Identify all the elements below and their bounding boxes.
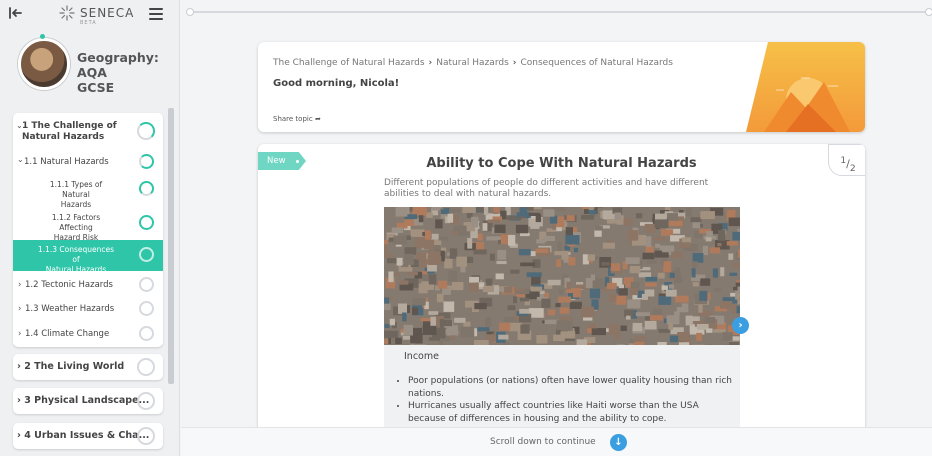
progress-ring-icon — [139, 277, 154, 292]
topic-label: 1.4 Climate Change — [25, 329, 110, 339]
breadcrumb-item[interactable]: Natural Hazards — [436, 58, 509, 68]
progress-ring-icon — [137, 358, 155, 376]
chevron-right-icon: › — [18, 280, 22, 290]
list-item: Hurricanes usually affect countries like… — [408, 400, 738, 425]
topic-label: 1.3 Weather Hazards — [25, 304, 115, 314]
card-title: Ability to Cope With Natural Hazards — [426, 156, 697, 171]
progress-ring-icon — [137, 122, 155, 140]
subtopic-item-1-1-1[interactable]: 1.1.1 Types of Natural Hazards — [13, 175, 163, 209]
breadcrumb-item[interactable]: The Challenge of Natural Hazards — [273, 58, 425, 68]
chapter-item-1[interactable]: ⌄ 1 The Challenge of Natural Hazards — [13, 113, 163, 149]
seneca-logo[interactable]: SENECA BETA — [58, 4, 135, 26]
share-arrow-icon: ➦ — [314, 115, 321, 123]
topic-item-1-3[interactable]: › 1.3 Weather Hazards — [13, 298, 163, 320]
progress-ring-icon — [139, 181, 154, 196]
progress-end-marker — [925, 8, 932, 16]
chevron-right-icon: › — [512, 58, 517, 68]
subject-title: Geography: AQA GCSE — [77, 50, 159, 95]
sidebar-topbar: SENECA BETA — [0, 0, 179, 32]
progress-ring-icon — [139, 247, 154, 262]
hero-illustration — [746, 42, 865, 132]
image-label: Income — [397, 347, 448, 366]
subtopic-label: 1.1.3 Consequences of Natural Hazards — [37, 245, 115, 274]
scroll-prompt-text: Scroll down to continue — [490, 437, 596, 447]
chapter-label: › 3 Physical Landscape... — [17, 395, 150, 406]
list-item: Poor populations (or nations) often have… — [408, 375, 738, 400]
progress-ring-icon — [139, 215, 154, 230]
scroll-down-button[interactable]: ↓ — [610, 434, 627, 451]
progress-ring-icon — [139, 326, 154, 341]
subject-header: Geography: AQA GCSE — [0, 32, 179, 102]
logo-mark-icon — [58, 4, 76, 22]
greeting-text: Good morning, Nicola! — [273, 78, 400, 89]
topic-item-1-2[interactable]: › 1.2 Tectonic Hazards — [13, 274, 163, 296]
logo-text: SENECA — [80, 6, 135, 20]
logo-beta-badge: BETA — [80, 20, 97, 26]
progress-ring-icon — [137, 427, 155, 445]
chapter-card-1: ⌄ 1 The Challenge of Natural Hazards ⌄ 1… — [13, 113, 163, 347]
chapter-item-3[interactable]: › 3 Physical Landscape... — [13, 388, 163, 414]
topic-header-card: The Challenge of Natural Hazards › Natural… — [258, 42, 865, 132]
card-description: Different populations of people do diffe… — [384, 178, 709, 199]
favela-photo — [384, 207, 740, 365]
share-topic-link[interactable]: Share topic ➦ — [273, 115, 321, 123]
chapter-item-4[interactable]: › 4 Urban Issues & Cha... — [13, 423, 163, 449]
breadcrumb-item[interactable]: Consequences of Natural Hazards — [520, 58, 672, 68]
subtopic-item-1-1-3[interactable]: 1.1.3 Consequences of Natural Hazards — [13, 240, 163, 274]
progress-ring-icon — [139, 154, 154, 169]
subtopic-label: 1.1.2 Factors Affecting Hazard Risk — [51, 213, 101, 242]
topic-item-1-4[interactable]: › 1.4 Climate Change — [13, 323, 163, 345]
chapter-label: › 4 Urban Issues & Cha... — [17, 430, 150, 441]
next-image-button[interactable]: › — [732, 317, 749, 334]
chevron-right-icon: › — [428, 58, 433, 68]
chapter-label: 1 The Challenge of Natural Hazards — [22, 121, 117, 142]
bullet-list: Poor populations (or nations) often have… — [398, 375, 738, 425]
progress-start-marker — [186, 8, 194, 16]
subtopic-label: 1.1.1 Types of Natural Hazards — [49, 180, 103, 209]
chapter-label: › 2 The Living World — [17, 361, 125, 372]
session-progress-track — [190, 11, 932, 13]
chevron-down-icon: ⌄ — [17, 155, 24, 164]
avatar-status-dot — [40, 34, 45, 39]
subject-avatar — [18, 38, 70, 90]
scroll-prompt-bar: Scroll down to continue ↓ — [181, 427, 932, 456]
chapter-item-2[interactable]: › 2 The Living World — [13, 354, 163, 380]
sidebar-scrollbar[interactable] — [168, 108, 174, 384]
progress-ring-icon — [139, 301, 154, 316]
exit-icon[interactable] — [8, 6, 24, 22]
hamburger-menu-icon[interactable] — [149, 8, 163, 20]
topic-label: 1.2 Tectonic Hazards — [25, 280, 113, 290]
subtopic-item-1-1-2[interactable]: 1.1.2 Factors Affecting Hazard Risk — [13, 209, 163, 242]
chevron-right-icon: › — [18, 329, 22, 339]
sidebar: SENECA BETA Geography: AQA GCSE ⌄ 1 The … — [0, 0, 180, 456]
topic-label: 1.1 Natural Hazards — [24, 157, 109, 167]
progress-ring-icon — [137, 392, 155, 410]
chevron-right-icon: › — [18, 304, 22, 314]
breadcrumb: The Challenge of Natural Hazards › Natural… — [273, 58, 673, 68]
topic-item-1-1[interactable]: ⌄ 1.1 Natural Hazards — [13, 151, 163, 173]
learning-card: New 1/2 Ability to Cope With Natural Haz… — [258, 144, 865, 444]
